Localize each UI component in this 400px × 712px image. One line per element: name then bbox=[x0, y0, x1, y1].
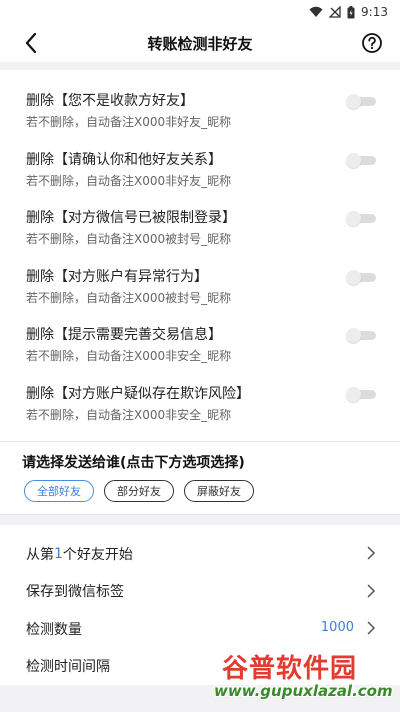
delete-option-toggle[interactable] bbox=[346, 94, 376, 109]
delete-option-row: 删除【对方账户疑似存在欺诈风险】 若不删除，自动备注X000非安全_昵称 bbox=[0, 377, 400, 436]
chevron-right-icon bbox=[367, 583, 376, 598]
chip-blocked-friends[interactable]: 屏蔽好友 bbox=[184, 480, 254, 502]
recipient-options: 全部好友 部分好友 屏蔽好友 bbox=[22, 480, 400, 502]
delete-option-subtitle: 若不删除，自动备注X000非好友_昵称 bbox=[26, 173, 232, 188]
start-from-number: 1 bbox=[54, 545, 63, 562]
delete-options-card: 删除【您不是收款方好友】 若不删除，自动备注X000非好友_昵称 删除【请确认你… bbox=[0, 70, 400, 442]
app-bar: 转账检测非好友 bbox=[0, 24, 400, 62]
delete-option-row: 删除【提示需要完善交易信息】 若不删除，自动备注X000非安全_昵称 bbox=[0, 318, 400, 377]
detect-interval-label: 检测时间间隔 bbox=[26, 659, 110, 676]
detect-count-value: 1000 bbox=[320, 620, 354, 635]
watermark-url: www.gupuxlazal.com bbox=[213, 681, 394, 701]
start-from-suffix: 个好友开始 bbox=[62, 546, 133, 563]
delete-option-toggle[interactable] bbox=[346, 386, 376, 402]
delete-option-title: 删除【提示需要完善交易信息】 bbox=[26, 327, 222, 343]
detect-count-label: 检测数量 bbox=[26, 621, 82, 638]
back-button[interactable] bbox=[18, 30, 44, 56]
status-bar: 9:13 bbox=[0, 0, 400, 24]
delete-option-subtitle: 若不删除，自动备注X000非好友_昵称 bbox=[26, 115, 232, 129]
watermark-logo: 谷普软件园 www.gupuxlazal.com bbox=[213, 648, 394, 706]
recipient-heading: 请选择发送给谁(点击下方选项选择) bbox=[22, 455, 245, 471]
signal-icon bbox=[329, 6, 341, 18]
delete-option-toggle[interactable] bbox=[346, 269, 376, 285]
delete-option-subtitle: 若不删除，自动备注X000非安全_昵称 bbox=[26, 407, 232, 422]
page-title: 转账检测非好友 bbox=[147, 34, 253, 53]
chip-some-friends[interactable]: 部分好友 bbox=[104, 480, 174, 502]
delete-option-toggle[interactable] bbox=[346, 211, 376, 226]
detect-count-row[interactable]: 检测数量 1000 bbox=[0, 610, 400, 648]
delete-option-title: 删除【对方微信号已被限制登录】 bbox=[26, 210, 236, 226]
wifi-icon bbox=[309, 6, 323, 17]
status-time: 9:13 bbox=[361, 5, 388, 19]
delete-option-toggle[interactable] bbox=[346, 328, 376, 343]
delete-option-row: 删除【对方微信号已被限制登录】 若不删除，自动备注X000被封号_昵称 bbox=[0, 201, 400, 260]
delete-option-subtitle: 若不删除，自动备注X000被封号_昵称 bbox=[26, 232, 232, 246]
start-from-row[interactable]: 从第 1 个好友开始 bbox=[0, 535, 400, 573]
delete-option-row: 删除【您不是收款方好友】 若不删除，自动备注X000非好友_昵称 bbox=[0, 84, 400, 143]
delete-option-row: 删除【请确认你和他好友关系】 若不删除，自动备注X000非好友_昵称 bbox=[0, 143, 400, 202]
delete-option-title: 删除【请确认你和他好友关系】 bbox=[26, 151, 222, 168]
delete-option-title: 删除【对方账户有异常行为】 bbox=[26, 268, 208, 285]
save-tag-row[interactable]: 保存到微信标签 bbox=[0, 573, 400, 611]
chevron-right-icon bbox=[367, 546, 376, 560]
delete-option-toggle[interactable] bbox=[346, 152, 376, 168]
back-arrow-icon bbox=[25, 33, 37, 53]
delete-option-title: 删除【您不是收款方好友】 bbox=[26, 93, 194, 109]
start-from-prefix: 从第 bbox=[26, 546, 54, 563]
battery-icon bbox=[347, 5, 355, 18]
help-icon bbox=[362, 33, 382, 53]
watermark-title: 谷普软件园 bbox=[221, 653, 358, 685]
delete-option-row: 删除【对方账户有异常行为】 若不删除，自动备注X000被封号_昵称 bbox=[0, 260, 400, 319]
delete-option-subtitle: 若不删除，自动备注X000被封号_昵称 bbox=[26, 290, 232, 305]
delete-option-subtitle: 若不删除，自动备注X000非安全_昵称 bbox=[26, 349, 232, 363]
recipient-section: 请选择发送给谁(点击下方选项选择) 全部好友 部分好友 屏蔽好友 bbox=[0, 442, 400, 515]
chevron-right-icon bbox=[367, 621, 376, 635]
delete-option-title: 删除【对方账户疑似存在欺诈风险】 bbox=[26, 385, 250, 402]
help-button[interactable] bbox=[360, 31, 384, 55]
chip-all-friends[interactable]: 全部好友 bbox=[24, 480, 94, 502]
save-tag-label: 保存到微信标签 bbox=[26, 584, 124, 601]
